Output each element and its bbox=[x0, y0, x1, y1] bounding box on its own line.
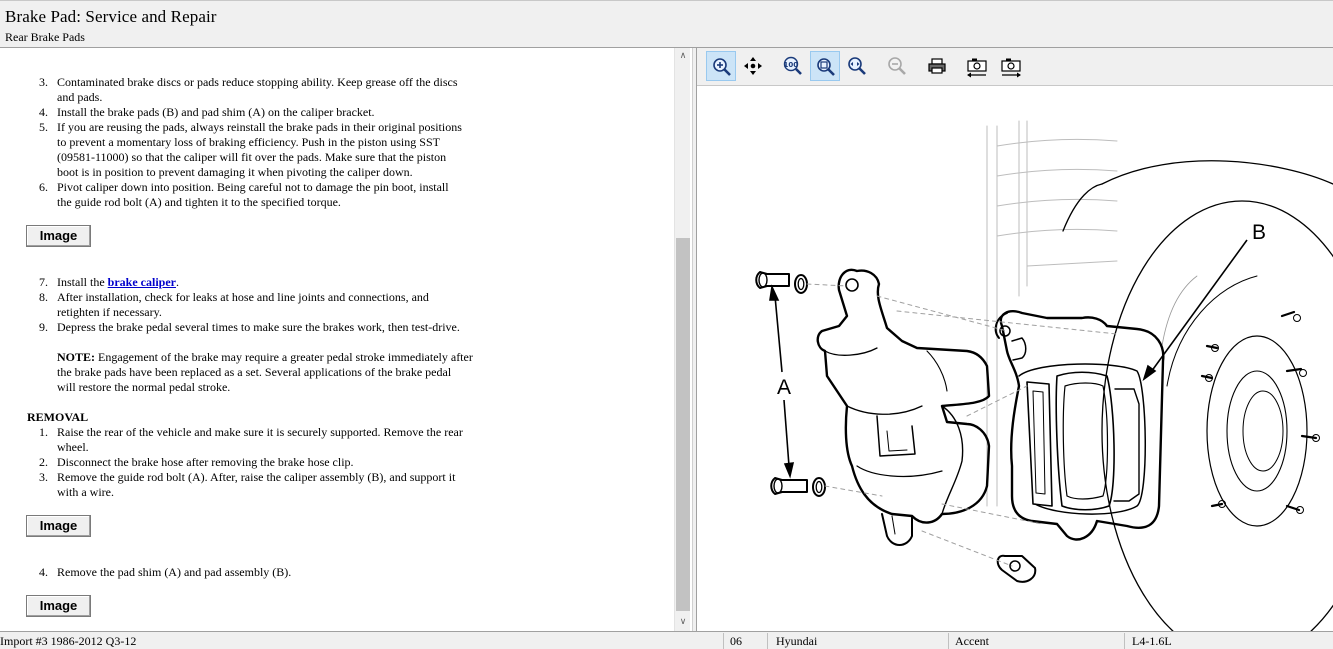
actual-size-button[interactable]: 100 bbox=[777, 51, 807, 81]
step-text: If you are reusing the pads, always rein… bbox=[57, 120, 462, 134]
page-title: Brake Pad: Service and Repair bbox=[5, 7, 217, 26]
zoom-width-icon bbox=[848, 57, 866, 75]
status-bar: Import #3 1986-2012 Q3-12 06 Hyundai Acc… bbox=[0, 631, 1333, 649]
step-number: 4. bbox=[39, 565, 48, 579]
zoom-100-icon: 100 bbox=[784, 56, 802, 75]
status-divider bbox=[767, 633, 768, 649]
removal-heading: REMOVAL bbox=[27, 410, 89, 424]
step-text: Remove the pad shim (A) and pad assembly… bbox=[57, 565, 292, 579]
step-number: 5. bbox=[39, 120, 48, 134]
step-number: 6. bbox=[39, 180, 48, 194]
fit-width-button[interactable] bbox=[842, 51, 872, 81]
previous-image-button[interactable] bbox=[960, 51, 990, 81]
image-viewer-pane: 100 A B bbox=[697, 48, 1333, 631]
note-text: will restore the normal pedal stroke. bbox=[57, 380, 231, 394]
step-text: Install the bbox=[57, 275, 108, 289]
scrollbar-thumb[interactable] bbox=[676, 238, 690, 611]
step-number: 3. bbox=[39, 75, 48, 89]
step-number: 3. bbox=[39, 470, 48, 484]
step-text: and pads. bbox=[57, 90, 103, 104]
image-button[interactable]: Image bbox=[26, 515, 91, 537]
zoom-out-icon bbox=[888, 57, 906, 75]
camera-next-icon bbox=[1001, 58, 1021, 78]
step-text: Contaminated brake discs or pads reduce … bbox=[57, 75, 458, 89]
note-block: NOTE: Engagement of the brake may requir… bbox=[57, 350, 527, 395]
step-number: 8. bbox=[39, 290, 48, 304]
data-source-label: Import #3 1986-2012 Q3-12 bbox=[0, 634, 137, 648]
note-text: Engagement of the brake may require a gr… bbox=[95, 350, 473, 364]
pan-button[interactable] bbox=[738, 51, 768, 81]
pan-arrows-icon bbox=[744, 57, 762, 75]
step-number: 2. bbox=[39, 455, 48, 469]
zoom-fit-icon bbox=[817, 58, 835, 76]
vehicle-engine: L4-1.6L bbox=[1132, 634, 1172, 648]
fit-window-button[interactable] bbox=[810, 51, 840, 81]
step-text: with a wire. bbox=[57, 485, 114, 499]
page-subtitle: Rear Brake Pads bbox=[5, 30, 85, 44]
scroll-down-arrow-icon[interactable]: ∨ bbox=[675, 614, 691, 631]
vehicle-make: Hyundai bbox=[776, 634, 818, 648]
step-text: Install the brake pads (B) and pad shim … bbox=[57, 105, 375, 119]
print-button[interactable] bbox=[922, 51, 952, 81]
step-text: Depress the brake pedal several times to… bbox=[57, 320, 460, 334]
step-number: 9. bbox=[39, 320, 48, 334]
zoom-out-button[interactable] bbox=[882, 51, 912, 81]
status-divider bbox=[1124, 633, 1125, 649]
step-text: retighten if necessary. bbox=[57, 305, 162, 319]
step-text: (09581-11000) so that the caliper will f… bbox=[57, 150, 447, 164]
scroll-up-arrow-icon[interactable]: ∧ bbox=[675, 48, 691, 65]
image-button[interactable]: Image bbox=[26, 595, 91, 617]
brake-caliper-link[interactable]: brake caliper bbox=[108, 275, 176, 289]
zoom-in-button[interactable] bbox=[706, 51, 736, 81]
note-text: the brake pads have been replaced as a s… bbox=[57, 365, 452, 379]
vehicle-model: Accent bbox=[955, 634, 989, 648]
step-number: 4. bbox=[39, 105, 48, 119]
zoom-in-icon bbox=[713, 58, 731, 76]
image-toolbar: 100 bbox=[697, 48, 1333, 86]
callout-label-b: B bbox=[1252, 221, 1266, 244]
callout-label-a: A bbox=[777, 376, 791, 399]
step-text: boot is in position to prevent damaging … bbox=[57, 165, 413, 179]
step-text: Disconnect the brake hose after removing… bbox=[57, 455, 354, 469]
document-header: Brake Pad: Service and Repair Rear Brake… bbox=[0, 0, 1333, 48]
procedure-text-pane: 3. Contaminated brake discs or pads redu… bbox=[0, 48, 692, 631]
brake-assembly-diagram: A B bbox=[755, 120, 1333, 631]
step-number: 7. bbox=[39, 275, 48, 289]
step-text: wheel. bbox=[57, 440, 89, 454]
camera-previous-icon bbox=[967, 58, 987, 78]
step-text: After installation, check for leaks at h… bbox=[57, 290, 429, 304]
next-image-button[interactable] bbox=[994, 51, 1024, 81]
step-text: . bbox=[175, 275, 179, 289]
step-text: to prevent a momentary loss of braking e… bbox=[57, 135, 440, 149]
step-number: 1. bbox=[39, 425, 48, 439]
note-label: NOTE: bbox=[57, 350, 96, 364]
step-text: Raise the rear of the vehicle and make s… bbox=[57, 425, 463, 439]
vehicle-year: 06 bbox=[730, 634, 742, 648]
status-divider bbox=[948, 633, 949, 649]
status-divider bbox=[723, 633, 724, 649]
vertical-scrollbar[interactable]: ∧ ∨ bbox=[674, 48, 690, 631]
step-text: Remove the guide rod bolt (A). After, ra… bbox=[57, 470, 456, 484]
step-text: Pivot caliper down into position. Being … bbox=[57, 180, 449, 194]
image-button[interactable]: Image bbox=[26, 225, 91, 247]
step-text: the guide rod bolt (A) and tighten it to… bbox=[57, 195, 341, 209]
svg-text:100: 100 bbox=[784, 61, 799, 69]
printer-icon bbox=[928, 58, 946, 74]
